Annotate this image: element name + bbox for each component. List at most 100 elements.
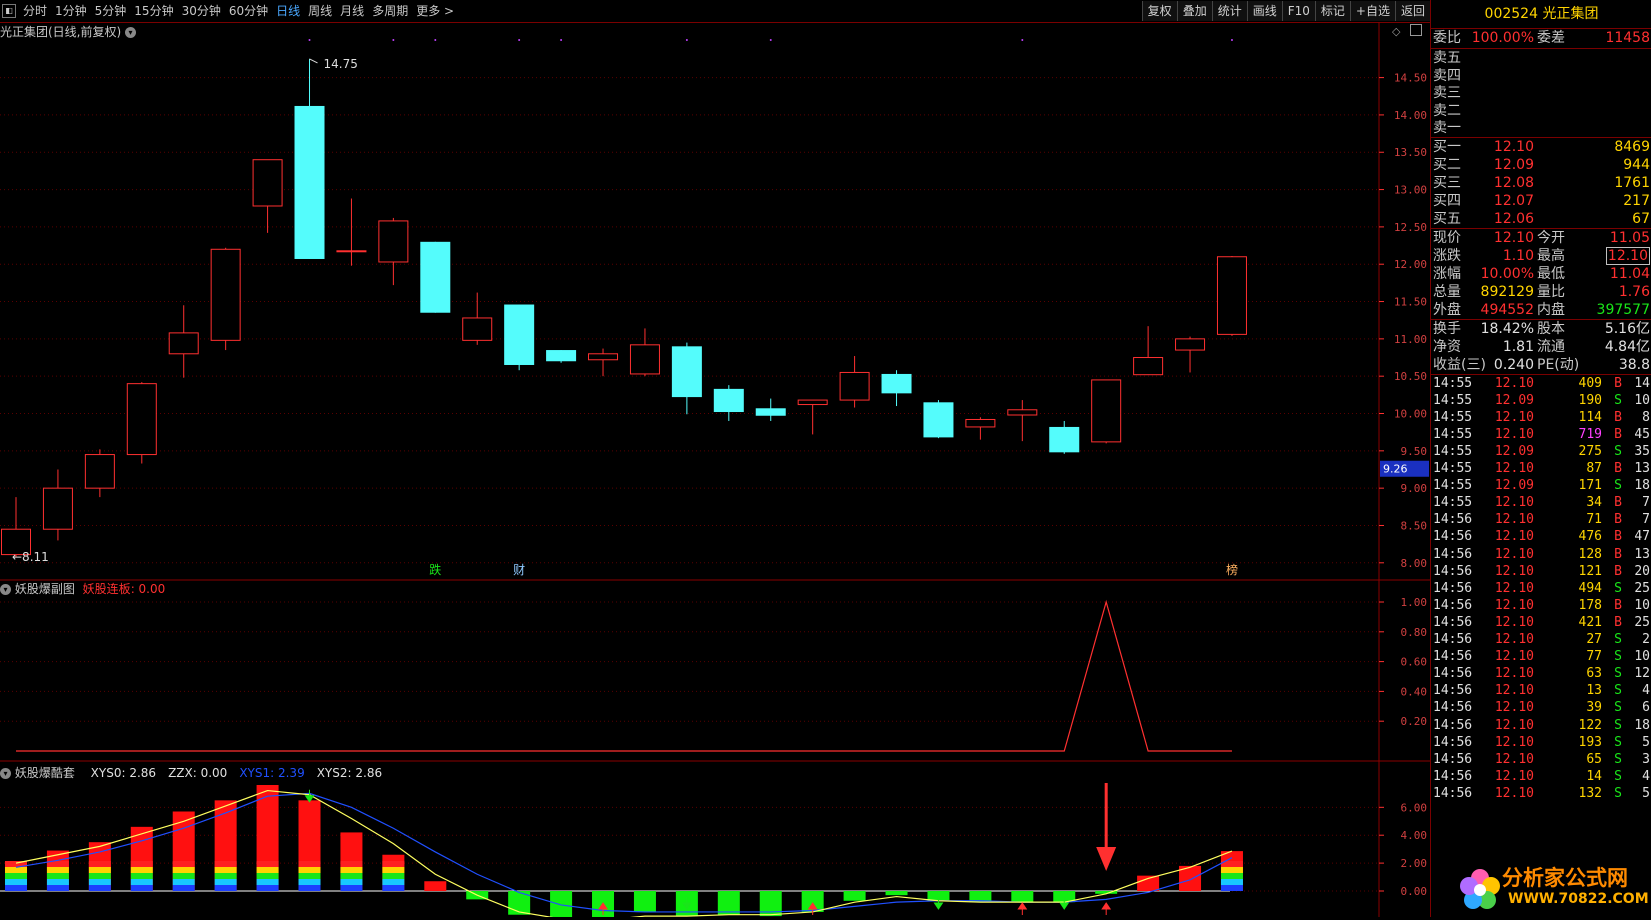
trade-volume: 193: [1578, 734, 1602, 750]
quote-row: 净资 1.81 流通 4.84亿: [1431, 338, 1651, 356]
quote-row: 外盘 494552 内盘 397577: [1431, 301, 1651, 319]
candle-body: [839, 371, 870, 401]
buy-price: 12.10: [1493, 138, 1534, 155]
window-restore-icon[interactable]: [1410, 24, 1422, 36]
y-tick-label: 14.50: [1394, 72, 1427, 85]
period-tab-5[interactable]: 60分钟: [225, 0, 272, 22]
trade-row: 14:56 12.10 39 S 6: [1431, 699, 1651, 717]
signal-arrow: [1101, 902, 1112, 915]
bar-stripe: [5, 885, 27, 891]
stat-value: 4.84亿: [1604, 338, 1650, 355]
trade-time: 14:55: [1433, 443, 1473, 459]
period-tab-2[interactable]: 5分钟: [91, 0, 131, 22]
stat-value: 1.10: [1502, 247, 1534, 264]
bar-stripe: [172, 873, 195, 879]
period-tab-6[interactable]: 日线: [272, 0, 304, 22]
top-marker-dot: [518, 39, 521, 41]
sub2-indicator-name[interactable]: 妖股爆酷套: [15, 766, 75, 780]
trade-count: 4: [1642, 683, 1650, 699]
stock-code: 002524: [1484, 6, 1538, 22]
sell-level-label: 卖五: [1433, 50, 1461, 66]
trade-count: 7: [1642, 512, 1650, 528]
y-tick-label: 11.00: [1394, 333, 1427, 346]
period-tab-3[interactable]: 15分钟: [130, 0, 177, 22]
toolbar-button-3[interactable]: 画线: [1246, 1, 1282, 21]
trade-side: S: [1614, 580, 1622, 596]
event-marker: 榜: [1226, 562, 1238, 577]
trade-side: S: [1614, 478, 1622, 494]
candle-body: [168, 332, 199, 355]
toolbar-button-2[interactable]: 统计: [1211, 1, 1247, 21]
toolbar-button-1[interactable]: 叠加: [1176, 1, 1212, 21]
trade-count: 20: [1634, 563, 1650, 579]
stat-label: 收益(三): [1433, 356, 1486, 373]
trade-side: B: [1614, 529, 1622, 545]
quote-row: 买三 12.08 1761: [1431, 174, 1651, 192]
diamond-icon[interactable]: ◇: [1392, 25, 1400, 38]
legend-value: 2.39: [277, 766, 305, 780]
quote-panel: 002524 光正集团 委比 100.00% 委差 11458 卖五 卖四 卖三 卖二 卖一 买一…: [1430, 0, 1651, 917]
buy-volume: 8469: [1614, 138, 1650, 155]
bar-stripe: [46, 879, 69, 885]
top-marker-dot: [434, 39, 437, 41]
trade-row: 14:56 12.10 65 S 3: [1431, 751, 1651, 769]
period-tab-4[interactable]: 30分钟: [178, 0, 225, 22]
toolbar-button-0[interactable]: 复权: [1141, 1, 1177, 21]
period-tab-10[interactable]: 更多 >: [412, 0, 458, 22]
period-tab-0[interactable]: 分时: [19, 0, 51, 22]
y-tick-label: 2.00: [1401, 857, 1428, 870]
trade-count: 47: [1634, 529, 1650, 545]
toolbar-button-6[interactable]: +自选: [1349, 1, 1395, 21]
trade-row: 14:56 12.10 132 S 5: [1431, 785, 1651, 803]
menu-square-icon[interactable]: ◧: [2, 4, 16, 18]
legend-value: 0.00: [200, 766, 228, 780]
y-tick-label: 9.50: [1401, 445, 1428, 458]
buy-level-label: 买五: [1433, 210, 1461, 227]
trade-side: B: [1614, 563, 1622, 579]
chevron-down-icon[interactable]: ▾: [0, 584, 11, 595]
xys1-line: [15, 792, 1233, 913]
bar-stripe: [256, 885, 279, 891]
toolbar-button-4[interactable]: F10: [1281, 1, 1315, 21]
trade-volume: 476: [1578, 529, 1602, 545]
bar-stripe: [340, 867, 363, 873]
trade-price: 12.10: [1494, 768, 1534, 784]
trade-price: 12.10: [1494, 785, 1534, 801]
bar-stripe: [172, 885, 195, 891]
quote-row: 卖三: [1431, 84, 1651, 102]
trade-count: 3: [1642, 751, 1650, 767]
chevron-down-icon[interactable]: ▾: [125, 27, 137, 38]
y-tick-label: 8.00: [1401, 557, 1428, 570]
trade-row: 14:55 12.09 190 S 10: [1431, 392, 1651, 410]
period-tab-1[interactable]: 1分钟: [51, 0, 91, 22]
trade-row: 14:56 12.10 77 S 10: [1431, 648, 1651, 666]
y-tick-label: 0.60: [1401, 656, 1428, 669]
trade-time: 14:56: [1433, 751, 1473, 767]
trade-time: 14:56: [1433, 768, 1473, 784]
kline-chart-area[interactable]: 14.50 14.00 13.50 13.00 12.50 12.00 11.50 11.00…: [0, 22, 1430, 917]
candle-body: [210, 248, 241, 341]
trade-price: 12.10: [1494, 529, 1534, 545]
period-tab-7[interactable]: 周线: [304, 0, 336, 22]
sub2-title: ▾ 妖股爆酷套 XYS0: 2.86 ZZX: 0.00 XYS1: 2.39 XYS…: [0, 764, 382, 781]
legend-xys1: XYS1: 2.39: [239, 766, 305, 780]
period-tab-8[interactable]: 月线: [336, 0, 368, 22]
toolbar-button-7[interactable]: 返回: [1394, 1, 1430, 21]
candle-body: [420, 241, 451, 313]
y-tick-label: 10.50: [1394, 370, 1427, 383]
trade-side: B: [1614, 409, 1622, 425]
period-tab-9[interactable]: 多周期: [368, 0, 412, 22]
weicha-value: 11458: [1605, 30, 1650, 46]
sub1-indicator-name[interactable]: 妖股爆副图: [15, 582, 75, 596]
toolbar-button-5[interactable]: 标记: [1314, 1, 1350, 21]
stat-label: 外盘: [1433, 301, 1461, 318]
trade-price: 12.09: [1494, 478, 1534, 494]
chevron-down-icon[interactable]: ▾: [0, 768, 11, 779]
stat-value: 397577: [1596, 301, 1650, 318]
buy-level-label: 买二: [1433, 156, 1461, 173]
trade-price: 12.10: [1494, 614, 1534, 630]
candle-body: [713, 388, 744, 413]
y-tick-label: 13.50: [1394, 146, 1427, 159]
trade-side: B: [1614, 597, 1622, 613]
buy-volume: 944: [1623, 156, 1650, 173]
